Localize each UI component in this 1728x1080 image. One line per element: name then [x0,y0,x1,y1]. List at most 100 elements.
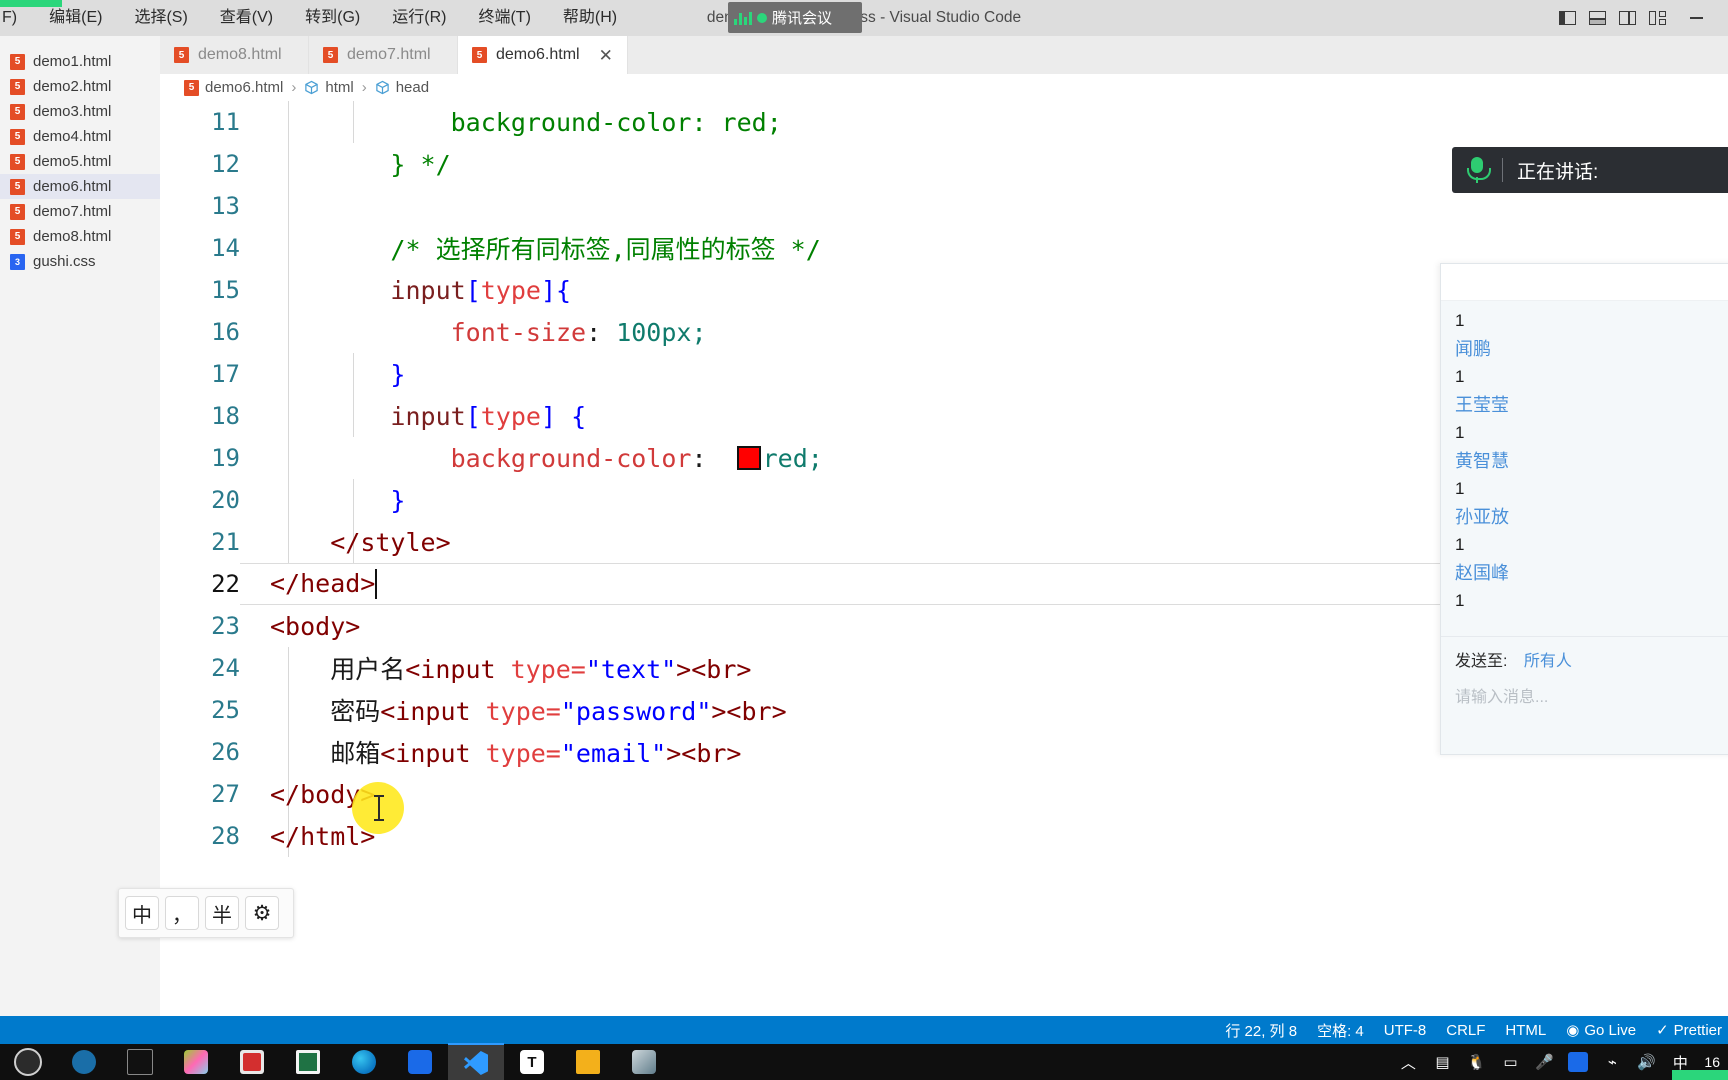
code-content: </style> [330,527,451,557]
message-input[interactable]: 请输入消息... [1455,683,1728,707]
menu-item-run[interactable]: 运行(R) [376,0,462,36]
tab-demo7[interactable]: demo7.html [309,36,458,74]
file-item-demo2[interactable]: demo2.html [0,74,160,99]
file-item-demo8[interactable]: demo8.html [0,224,160,249]
tab-demo6[interactable]: demo6.html ✕ [458,36,628,74]
customize-layout-icon[interactable] [1644,0,1670,36]
status-eol[interactable]: CRLF [1446,1022,1485,1039]
taskbar-icon-misc[interactable] [616,1044,672,1080]
toggle-primary-sidebar-icon[interactable] [1554,0,1580,36]
file-item-demo3[interactable]: demo3.html [0,99,160,124]
desktop-screen: F) 编辑(E) 选择(S) 查看(V) 转到(G) 运行(R) 终端(T) 帮… [0,0,1728,1080]
status-indentation[interactable]: 空格: 4 [1317,1020,1364,1041]
chevron-right-icon: › [361,79,367,96]
tencent-meeting-overlay[interactable]: 腾讯会议 [728,2,862,33]
breadcrumb[interactable]: demo6.html › html › head [160,74,1728,101]
ime-punctuation-button[interactable]: ， [165,896,199,930]
chat-count: 1 [1455,367,1465,386]
windows-taskbar[interactable]: T ︿ ▤ 🐧 ▭ 🎤 ⌁ 🔊 中 16 [0,1043,1728,1080]
file-item-gushi-css[interactable]: gushi.css [0,249,160,274]
chat-sender-name[interactable]: 孙亚放 [1455,503,1728,531]
send-to-row[interactable]: 发送至: 所有人 [1455,647,1728,671]
chat-sender-name[interactable]: 闻鹏 [1455,335,1728,363]
speaking-banner[interactable]: 正在讲话: [1452,147,1728,193]
chevron-up-icon[interactable]: ︿ [1398,1052,1418,1072]
taskbar-icon-vscode[interactable] [448,1043,504,1080]
explorer-sidebar[interactable]: demo1.html demo2.html demo3.html demo4.h… [0,36,160,1016]
screen-recording-indicator [0,0,62,7]
status-prettier[interactable]: ✓ Prettier [1656,1021,1722,1039]
taskbar-icon-terminal[interactable] [112,1044,168,1080]
css-file-icon [10,253,25,270]
line-number: 13 [211,192,240,220]
chat-composer[interactable]: 发送至: 所有人 请输入消息... [1441,636,1728,754]
tab-label: demo6.html [496,46,580,63]
file-label: demo8.html [33,228,112,245]
send-to-value[interactable]: 所有人 [1524,653,1572,670]
taskbar-icon-typora[interactable]: T [504,1044,560,1080]
breadcrumb-node-head[interactable]: head [396,79,429,96]
taskbar-icon-paint[interactable] [168,1044,224,1080]
html-file-icon [323,47,338,63]
file-item-demo7[interactable]: demo7.html [0,199,160,224]
taskbar-icon-tencent-meeting[interactable] [392,1044,448,1080]
volume-icon[interactable]: 🔊 [1636,1052,1656,1072]
menu-item-help[interactable]: 帮助(H) [547,0,633,36]
code-line-11[interactable]: 11 background-color: red; [160,101,1728,143]
code-content: input[type] { [390,401,587,431]
status-cursor-position[interactable]: 行 22, 列 8 [1225,1020,1297,1041]
file-label: demo2.html [33,78,112,95]
taskbar-icon-browser[interactable] [56,1044,112,1080]
menu-item-terminal[interactable]: 终端(T) [462,0,546,36]
html-file-icon [10,53,25,70]
file-item-demo6[interactable]: demo6.html [0,174,160,199]
html-file-icon [10,178,25,195]
ime-width-button[interactable]: 半 [205,896,239,930]
battery-icon[interactable]: ▭ [1500,1052,1520,1072]
tab-label: demo8.html [198,46,282,63]
taskbar-icon-pdf[interactable] [224,1044,280,1080]
chat-sender-name[interactable]: 赵国峰 [1455,559,1728,587]
code-content: 用户名<input type="text"><br> [330,655,752,684]
minimize-button[interactable] [1674,0,1718,36]
filmstrip-icon[interactable]: ▤ [1432,1052,1452,1072]
wifi-icon[interactable]: ⌁ [1602,1052,1622,1072]
microphone-icon[interactable]: 🎤 [1534,1052,1554,1072]
chat-sender-name[interactable]: 王莹莹 [1455,391,1728,419]
ime-toolbar[interactable]: 中 ， 半 ⚙ [118,888,294,938]
ime-language-button[interactable]: 中 [125,896,159,930]
gear-icon[interactable]: ⚙ [245,896,279,930]
clock[interactable]: 16 [1704,1054,1720,1070]
meeting-chat-panel[interactable]: 1 闻鹏 1 王莹莹 1 黄智慧 1 孙亚放 1 赵国峰 1 发送至: 所有人 … [1440,263,1728,755]
line-number: 16 [211,318,240,346]
status-language-mode[interactable]: HTML [1505,1022,1546,1039]
file-item-demo5[interactable]: demo5.html [0,149,160,174]
taskbar-icon-obs[interactable] [0,1044,56,1080]
status-encoding[interactable]: UTF-8 [1384,1022,1427,1039]
line-number: 18 [211,402,240,430]
microphone-icon [1466,157,1491,183]
tab-demo8[interactable]: demo8.html [160,36,309,74]
system-tray[interactable]: ︿ ▤ 🐧 ▭ 🎤 ⌁ 🔊 中 16 [1398,1044,1728,1080]
file-item-demo4[interactable]: demo4.html [0,124,160,149]
chat-message-list[interactable]: 1 闻鹏 1 王莹莹 1 黄智慧 1 孙亚放 1 赵国峰 1 [1441,301,1728,615]
toggle-secondary-sidebar-icon[interactable] [1614,0,1640,36]
taskbar-icon-excel[interactable] [280,1044,336,1080]
penguin-icon[interactable]: 🐧 [1466,1052,1486,1072]
chat-sender-name[interactable]: 黄智慧 [1455,447,1728,475]
color-swatch-icon[interactable] [736,445,761,470]
tencent-meeting-tray-icon[interactable] [1568,1052,1589,1072]
toggle-panel-icon[interactable] [1584,0,1610,36]
ime-indicator-icon[interactable]: 中 [1670,1052,1690,1072]
close-icon[interactable]: ✕ [599,47,613,64]
file-item-demo1[interactable]: demo1.html [0,49,160,74]
status-go-live[interactable]: ◉ Go Live [1566,1021,1636,1039]
taskbar-icon-file-explorer[interactable] [560,1044,616,1080]
taskbar-icon-edge[interactable] [336,1044,392,1080]
menu-item-selection[interactable]: 选择(S) [118,0,203,36]
menu-item-view[interactable]: 查看(V) [204,0,289,36]
breadcrumb-node-html[interactable]: html [325,79,353,96]
breadcrumb-file[interactable]: demo6.html [205,79,283,96]
file-label: demo1.html [33,53,112,70]
menu-item-go[interactable]: 转到(G) [289,0,376,36]
